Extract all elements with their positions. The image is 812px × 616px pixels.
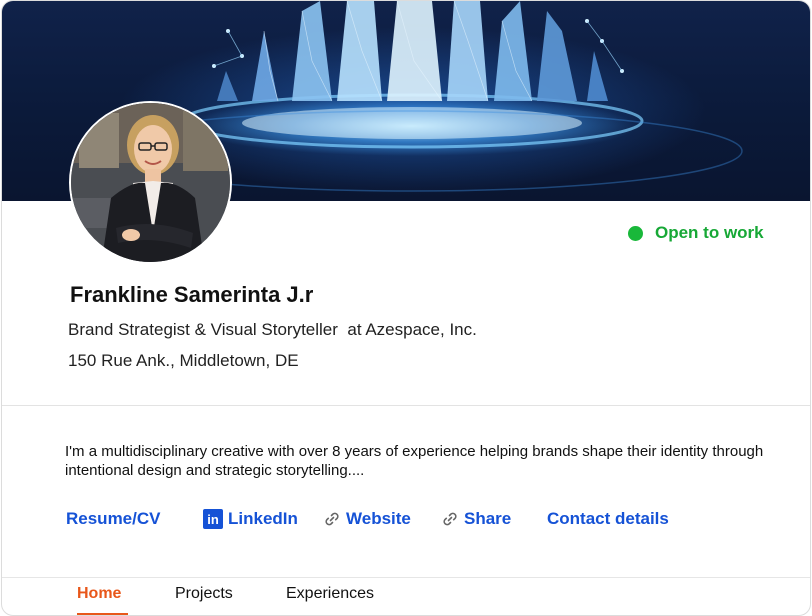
tab-home[interactable]: Home (77, 585, 121, 603)
profile-card: Open to work Frankline Samerinta J.r Bra… (1, 0, 811, 616)
profile-name: Frankline Samerinta J.r (70, 282, 314, 307)
section-divider (2, 405, 810, 406)
tab-projects[interactable]: Projects (175, 585, 233, 603)
link-icon (443, 512, 457, 526)
profile-links: Resume/CV in LinkedIn Website Share Cont… (2, 509, 810, 537)
profile-avatar[interactable] (69, 101, 232, 264)
website-link[interactable]: Website (323, 509, 411, 529)
avatar-photo (71, 103, 230, 262)
profile-headline: Brand Strategist & Visual Storyteller at… (68, 320, 477, 339)
linkedin-link[interactable]: in LinkedIn (203, 509, 298, 529)
linkedin-icon: in (203, 509, 223, 529)
profile-location: 150 Rue Ank., Middletown, DE (68, 351, 299, 370)
website-link-label: Website (346, 509, 411, 528)
status-label: Open to work (655, 223, 764, 242)
resume-link[interactable]: Resume/CV (66, 509, 160, 529)
share-link-label: Share (464, 509, 512, 528)
share-link[interactable]: Share (441, 509, 511, 529)
contact-details-label: Contact details (547, 509, 669, 528)
resume-link-label: Resume/CV (66, 509, 161, 528)
tab-experiences[interactable]: Experiences (286, 585, 374, 603)
profile-bio: I'm a multidisciplinary creative with ov… (65, 443, 764, 479)
tabs-divider (2, 577, 810, 578)
open-to-work-status: Open to work (628, 222, 764, 244)
contact-details-link[interactable]: Contact details (547, 509, 669, 529)
status-dot-icon (628, 225, 643, 241)
link-icon (325, 512, 339, 526)
linkedin-link-label: LinkedIn (228, 509, 298, 528)
